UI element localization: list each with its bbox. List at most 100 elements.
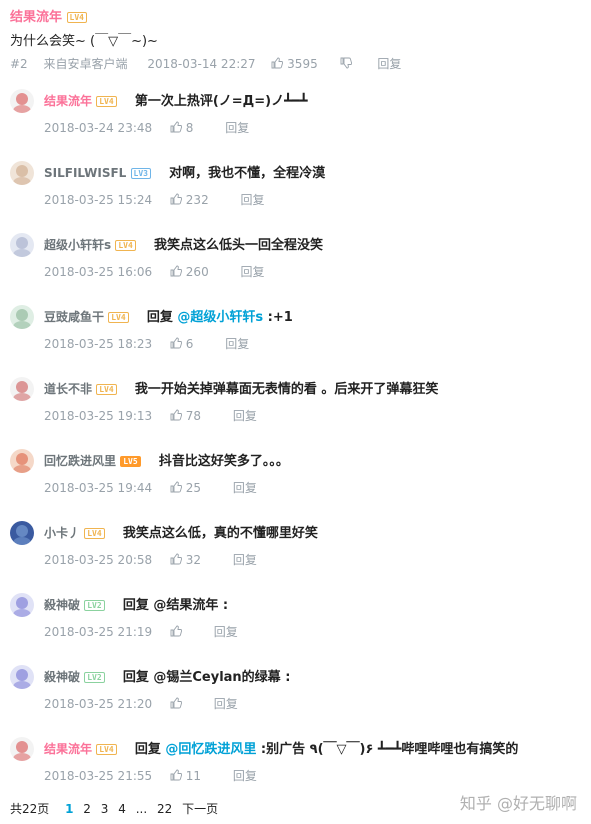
thumb-up-icon[interactable]	[170, 193, 182, 205]
dislike-button[interactable]	[340, 57, 356, 71]
level-badge: LV2	[84, 672, 105, 683]
floor-number: #2	[10, 57, 28, 71]
reply-button[interactable]: 回复	[225, 337, 249, 351]
avatar-image[interactable]	[10, 521, 34, 545]
reply-item: 豆豉咸鱼干 LV4 回复 @超级小轩轩s :+1 2018-03-25 18:2…	[0, 302, 591, 374]
page-link-4[interactable]: 4	[118, 802, 126, 816]
username[interactable]: SILFILWISFL	[44, 166, 126, 180]
username[interactable]: 超级小轩轩s	[44, 238, 111, 252]
level-badge: LV4	[66, 12, 87, 23]
like-count: 6	[185, 337, 194, 351]
like-button[interactable]: 8	[170, 121, 197, 135]
like-button[interactable]	[170, 697, 186, 711]
thumb-down-icon[interactable]	[340, 57, 352, 69]
level-badge: LV4	[84, 528, 105, 539]
thumb-up-icon[interactable]	[170, 625, 182, 637]
like-button[interactable]: 232	[170, 193, 213, 207]
reply-info: 2018-03-25 18:23 6 回复	[44, 335, 249, 352]
reply-prefix: 回复	[134, 742, 166, 757]
page-link-2[interactable]: 2	[83, 802, 91, 816]
avatar[interactable]	[10, 89, 34, 113]
avatar-image[interactable]	[10, 305, 34, 329]
reply-text: 抖音比这好笑多了。。。	[159, 454, 289, 469]
avatar-image[interactable]	[10, 593, 34, 617]
reply-info: 2018-03-25 21:20 回复	[44, 695, 238, 712]
avatar-image[interactable]	[10, 161, 34, 185]
reply-button[interactable]: 回复	[241, 193, 265, 207]
top-comment-username-text[interactable]: 结果流年	[10, 10, 62, 25]
page-link-3[interactable]: 3	[101, 802, 109, 816]
avatar[interactable]	[10, 665, 34, 689]
avatar-image[interactable]	[10, 233, 34, 257]
reply-button[interactable]: 回复	[225, 121, 249, 135]
like-button[interactable]: 25	[170, 481, 205, 495]
thumb-up-icon[interactable]	[170, 265, 182, 277]
like-button[interactable]: 78	[170, 409, 205, 423]
reply-text: 回复 @回忆跌进风里 :别广告 ٩(￣▽￣)۶ ┻━┻哔哩哔哩也有搞笑的	[135, 742, 519, 757]
reply-info: 2018-03-25 19:44 25 回复	[44, 479, 257, 496]
thumb-up-icon[interactable]	[170, 769, 182, 781]
reply-time: 2018-03-25 21:55	[44, 769, 153, 783]
like-button[interactable]: 6	[170, 337, 197, 351]
reply-button[interactable]: 回复	[233, 553, 257, 567]
username[interactable]: 道长不非	[44, 382, 92, 396]
username[interactable]: 回忆跌进风里	[44, 454, 116, 468]
thumb-up-icon[interactable]	[170, 121, 182, 133]
like-count: 260	[185, 265, 209, 279]
avatar-image[interactable]	[10, 449, 34, 473]
reply-info: 2018-03-25 20:58 32 回复	[44, 551, 257, 568]
thumb-up-icon[interactable]	[271, 57, 284, 69]
avatar[interactable]	[10, 449, 34, 473]
page-link-22[interactable]: 22	[157, 802, 172, 816]
avatar[interactable]	[10, 377, 34, 401]
username[interactable]: 小卡丿	[44, 526, 80, 540]
reply-button[interactable]: 回复	[233, 409, 257, 423]
avatar-image[interactable]	[10, 665, 34, 689]
reply-body: 我笑点这么低头一回全程没笑	[153, 238, 323, 253]
username[interactable]: 殺神破	[44, 598, 80, 612]
reply-button[interactable]: 回复	[241, 265, 265, 279]
like-button[interactable]: 11	[170, 769, 205, 783]
reply-text: 回复 @结果流年 :	[123, 598, 228, 613]
avatar[interactable]	[10, 521, 34, 545]
username[interactable]: 结果流年	[44, 742, 92, 756]
avatar[interactable]	[10, 737, 34, 761]
like-button[interactable]: 3595	[271, 57, 321, 71]
avatar-image[interactable]	[10, 737, 34, 761]
thumb-up-icon[interactable]	[170, 697, 182, 709]
reply-body: :别广告 ٩(￣▽￣)۶ ┻━┻哔哩哔哩也有搞笑的	[256, 742, 519, 757]
reply-button[interactable]: 回复	[377, 57, 401, 71]
mention-link[interactable]: @超级小轩轩s	[177, 310, 263, 325]
reply-button[interactable]: 回复	[214, 697, 238, 711]
avatar[interactable]	[10, 161, 34, 185]
username[interactable]: 豆豉咸鱼干	[44, 310, 104, 324]
mention-link[interactable]: @回忆跌进风里	[165, 742, 256, 757]
like-button[interactable]: 32	[170, 553, 205, 567]
thumb-up-icon[interactable]	[170, 409, 182, 421]
reply-header: 超级小轩轩s LV4 我笑点这么低头一回全程没笑	[44, 234, 323, 253]
like-button[interactable]: 260	[170, 265, 213, 279]
reply-time: 2018-03-25 21:19	[44, 625, 153, 639]
next-page-link[interactable]: 下一页	[182, 802, 218, 816]
reply-button[interactable]: 回复	[233, 769, 257, 783]
reply-info: 2018-03-25 16:06 260 回复	[44, 263, 265, 280]
avatar[interactable]	[10, 593, 34, 617]
thumb-up-icon[interactable]	[170, 481, 182, 493]
thumb-up-icon[interactable]	[170, 337, 182, 349]
reply-body: 抖音比这好笑多了。。。	[158, 454, 289, 469]
reply-button[interactable]: 回复	[214, 625, 238, 639]
page-link-1[interactable]: 1	[65, 802, 73, 816]
reply-button[interactable]: 回复	[233, 481, 257, 495]
avatar[interactable]	[10, 305, 34, 329]
level-badge: LV4	[96, 744, 117, 755]
username[interactable]: 殺神破	[44, 670, 80, 684]
avatar-image[interactable]	[10, 377, 34, 401]
avatar[interactable]	[10, 233, 34, 257]
thumb-up-icon[interactable]	[170, 553, 182, 565]
username[interactable]: 结果流年	[44, 94, 92, 108]
reply-item: 道长不非 LV4 我一开始关掉弹幕面无表情的看 。后来开了弹幕狂笑 2018-0…	[0, 374, 591, 446]
avatar-image[interactable]	[10, 89, 34, 113]
like-button[interactable]	[170, 625, 186, 639]
top-comment-username[interactable]: 结果流年 LV4	[10, 6, 87, 25]
reply-item: 小卡丿 LV4 我笑点这么低，真的不懂哪里好笑 2018-03-25 20:58…	[0, 518, 591, 590]
